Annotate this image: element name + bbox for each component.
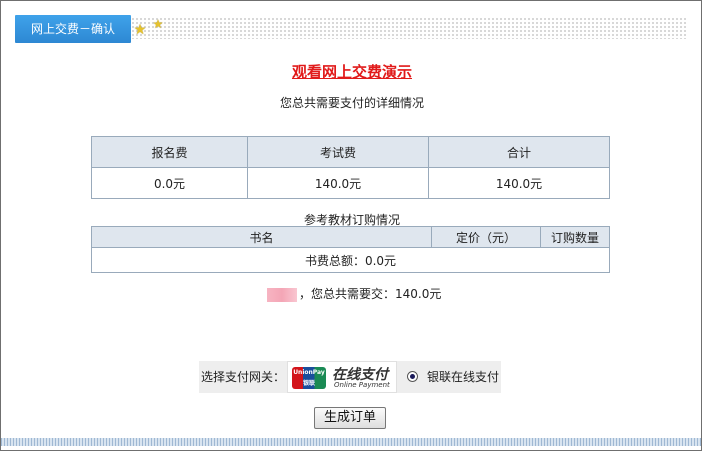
column-header-price: 定价（元）	[431, 226, 541, 248]
table-row: 书费总额：0.0元	[91, 247, 610, 273]
page-frame: 网上交费－确认 ★ ★ 观看网上交费演示 您总共需要支付的详细情况 报名费 考试…	[0, 0, 702, 451]
tab-payment-confirm[interactable]: 网上交费－确认	[15, 15, 131, 43]
gateway-label: 选择支付网关：	[201, 370, 286, 384]
unionpay-radio[interactable]	[407, 371, 418, 382]
exam-fee-value: 140.0元	[247, 167, 429, 199]
registration-fee-value: 0.0元	[91, 167, 248, 199]
demo-link[interactable]: 观看网上交费演示	[1, 61, 702, 82]
column-header-exam-fee: 考试费	[247, 136, 429, 168]
payment-summary: ，您总共需要交：140.0元	[267, 284, 441, 304]
book-order-table: 书名 定价（元） 订购数量 书费总额：0.0元	[91, 226, 610, 273]
redacted-name	[267, 287, 297, 302]
payment-detail-heading: 您总共需要支付的详细情况	[279, 96, 424, 110]
unionpay-mark-icon: UnionPay 银联	[292, 367, 326, 389]
star-icon: ★	[152, 17, 164, 31]
unionpay-mark-top: UnionPay	[293, 369, 325, 376]
column-header-total: 合计	[428, 136, 610, 168]
unionpay-mark-bottom: 银联	[302, 380, 315, 387]
table-row: 0.0元 140.0元 140.0元	[91, 167, 610, 199]
column-header-book-name: 书名	[91, 226, 432, 248]
payment-gateway-row: 选择支付网关： UnionPay 银联 在线支付 Online Payment …	[199, 361, 501, 393]
footer-bar	[1, 438, 701, 446]
table-header-row: 报名费 考试费 合计	[91, 136, 610, 168]
generate-order-button[interactable]: 生成订单	[314, 407, 386, 429]
table-header-row: 书名 定价（元） 订购数量	[91, 226, 610, 248]
summary-text: ，您总共需要交：140.0元	[299, 287, 442, 301]
unionpay-logo: UnionPay 银联 在线支付 Online Payment	[287, 361, 397, 393]
unionpay-logo-en: Online Payment	[334, 381, 390, 389]
unionpay-option-label[interactable]: 银联在线支付	[427, 361, 499, 393]
book-total: 书费总额：0.0元	[91, 247, 610, 273]
total-fee-value: 140.0元	[428, 167, 610, 199]
fee-table: 报名费 考试费 合计 0.0元 140.0元 140.0元	[91, 136, 610, 199]
column-header-registration-fee: 报名费	[91, 136, 248, 168]
star-icon: ★	[133, 22, 147, 38]
column-header-quantity: 订购数量	[540, 226, 610, 248]
